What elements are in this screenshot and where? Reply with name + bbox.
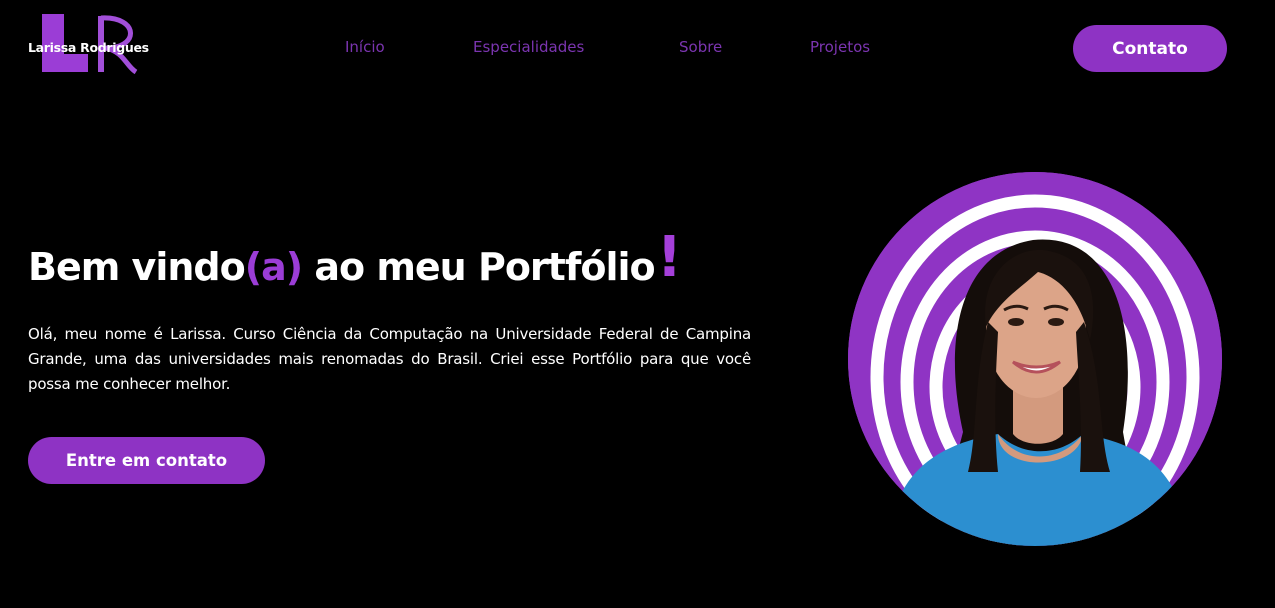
hero-title-part1: Bem vindo (28, 245, 246, 289)
contact-button[interactable]: Contato (1073, 25, 1227, 72)
nav-item-inicio[interactable]: Início (345, 38, 385, 56)
nav-item-projetos[interactable]: Projetos (810, 38, 870, 56)
nav-item-sobre[interactable]: Sobre (679, 38, 722, 56)
hero-title-exclamation: ! (656, 225, 683, 290)
hero-title-accent: (a) (244, 245, 303, 289)
profile-photo (848, 172, 1222, 546)
hero-title-part2: ao meu Portfólio (302, 245, 655, 289)
nav-item-especialidades[interactable]: Especialidades (473, 38, 584, 56)
hero-title: Bem vindo(a) ao meu Portfólio! (28, 228, 682, 297)
hero-description: Olá, meu nome é Larissa. Curso Ciência d… (28, 325, 751, 393)
get-in-touch-button[interactable]: Entre em contato (28, 437, 265, 484)
profile-portrait-image (848, 172, 1222, 546)
